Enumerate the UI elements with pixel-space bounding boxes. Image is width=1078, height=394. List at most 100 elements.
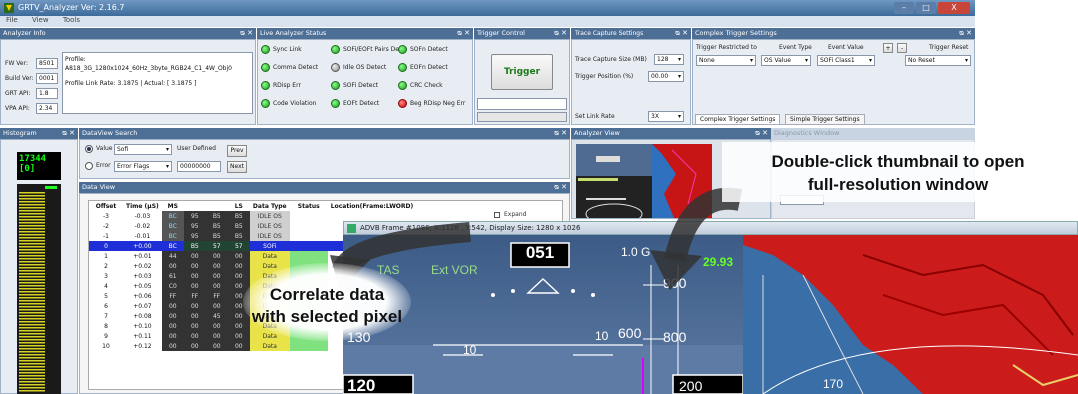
- status-label: EOFt Detect: [343, 100, 380, 107]
- table-cell: Data: [249, 251, 290, 261]
- prev-button[interactable]: Prev: [227, 145, 247, 157]
- panel-pin-close-icon[interactable]: ᴓ ✕: [62, 128, 75, 139]
- panel-pin-close-icon[interactable]: ᴓ ✕: [675, 28, 688, 39]
- histogram-line: [19, 348, 45, 350]
- column-header[interactable]: LS: [228, 201, 250, 211]
- error-radio[interactable]: [85, 162, 93, 170]
- value-select[interactable]: Sofi: [114, 144, 172, 155]
- minimize-button[interactable]: –: [894, 2, 914, 14]
- table-cell: +0.01: [133, 252, 152, 260]
- table-cell: B5: [183, 241, 206, 251]
- table-cell: 00: [205, 341, 228, 351]
- tab-simple-trigger[interactable]: Simple Trigger Settings: [785, 114, 865, 125]
- table-cell: B5: [227, 231, 250, 241]
- menu-file[interactable]: File: [6, 16, 18, 24]
- column-header[interactable]: Time (µS): [123, 201, 162, 211]
- histogram-line: [19, 303, 45, 305]
- table-cell: 44: [161, 251, 184, 261]
- table-cell: BC: [161, 241, 184, 251]
- column-header[interactable]: [184, 201, 206, 211]
- histogram-line: [19, 222, 45, 224]
- analyzer-view-header: Analyzer View ᴓ ✕: [571, 128, 771, 139]
- user-defined-input[interactable]: 00000000: [177, 161, 221, 172]
- histogram-line: [19, 231, 45, 233]
- table-cell: +0.00: [123, 241, 162, 251]
- table-cell: 00: [205, 301, 228, 311]
- status-label: Code Violation: [273, 100, 317, 107]
- panel-pin-close-icon[interactable]: ᴓ ✕: [959, 28, 972, 39]
- user-defined-label: User Defined: [177, 145, 216, 152]
- histogram-line: [19, 330, 45, 332]
- trigger-reset-label: Trigger Reset: [929, 44, 969, 51]
- table-cell: -2: [103, 222, 109, 230]
- histogram-line: [19, 378, 45, 380]
- link-rate-select[interactable]: 3X: [648, 111, 684, 122]
- trace-size-select[interactable]: 128: [654, 54, 684, 65]
- column-header[interactable]: Offset: [89, 201, 123, 211]
- remove-trigger-button[interactable]: -: [897, 43, 907, 53]
- histogram-readout: 17344 [0]: [17, 152, 61, 180]
- event-value-select[interactable]: SOFi Class1: [817, 55, 875, 66]
- table-cell: 00: [227, 331, 250, 341]
- histogram-line: [19, 210, 45, 212]
- histogram-line: [19, 363, 45, 365]
- menu-tools[interactable]: Tools: [63, 16, 80, 24]
- table-cell: 95: [183, 221, 206, 231]
- histogram-line: [19, 306, 45, 308]
- table-cell: 61: [161, 271, 184, 281]
- menu-view[interactable]: View: [32, 16, 49, 24]
- table-cell: B5: [205, 211, 228, 221]
- table-cell: 00: [183, 301, 206, 311]
- trigger-control-header: Trigger Control ᴓ ✕: [474, 28, 570, 39]
- status-label: SOFi Detect: [343, 82, 379, 89]
- error-select[interactable]: Error Flags: [114, 161, 172, 172]
- panel-pin-close-icon[interactable]: ᴓ ✕: [554, 128, 567, 139]
- table-cell: +0.02: [133, 262, 152, 270]
- next-button[interactable]: Next: [227, 161, 247, 173]
- close-button[interactable]: X: [938, 2, 970, 14]
- column-header[interactable]: [206, 201, 228, 211]
- table-cell: 1: [104, 252, 108, 260]
- histogram-panel: 17344 [0]: [0, 139, 78, 394]
- add-trigger-button[interactable]: +: [883, 43, 893, 53]
- table-cell: +0.10: [133, 322, 152, 330]
- trace-title: Trace Capture Settings: [575, 30, 644, 37]
- panel-pin-close-icon[interactable]: ᴓ ✕: [240, 28, 253, 39]
- value-radio[interactable]: [85, 145, 93, 153]
- restricted-select[interactable]: None: [696, 55, 756, 66]
- trigger-reset-select[interactable]: No Reset: [905, 55, 971, 66]
- panel-pin-close-icon[interactable]: ᴓ ✕: [554, 28, 567, 39]
- histogram-line: [19, 192, 45, 194]
- panel-pin-close-icon[interactable]: ᴓ ✕: [755, 128, 768, 139]
- maximize-button[interactable]: □: [916, 2, 936, 14]
- histogram-line: [19, 351, 45, 353]
- histogram-line: [19, 198, 45, 200]
- column-header[interactable]: Status: [290, 201, 328, 211]
- table-cell: BC: [161, 211, 184, 221]
- panel-pin-close-icon[interactable]: ᴓ ✕: [457, 28, 470, 39]
- error-radio-label: Error: [96, 162, 111, 169]
- table-cell: 00: [161, 311, 184, 321]
- table-cell: +0.06: [133, 292, 152, 300]
- table-cell: 00: [183, 281, 206, 291]
- trigger-button[interactable]: Trigger: [491, 54, 553, 90]
- tab-complex-trigger[interactable]: Complex Trigger Settings: [695, 114, 781, 125]
- event-type-select[interactable]: OS Value: [761, 55, 811, 66]
- correlate-line-1: Correlate data: [269, 285, 385, 304]
- histogram-line: [19, 360, 45, 362]
- correlate-callout: Correlate data with selected pixel: [241, 284, 413, 328]
- trigger-position-select[interactable]: 00.00: [648, 71, 684, 82]
- histogram-line: [19, 240, 45, 242]
- column-header[interactable]: MS: [162, 201, 184, 211]
- column-header[interactable]: Data Type: [250, 201, 290, 211]
- table-cell: +0.07: [133, 302, 152, 310]
- status-label: Beg RDisp Neg Err: [410, 100, 466, 107]
- histogram-line: [19, 255, 45, 257]
- table-cell: 00: [183, 271, 206, 281]
- histogram-line: [19, 381, 45, 383]
- live-status-panel: Sync Link SOFi/EOFt Pairs Det SOFn Detect C…: [257, 39, 473, 125]
- map-image[interactable]: [743, 235, 1078, 394]
- table-cell: 00: [227, 251, 250, 261]
- fw-label: FW Ver:: [5, 60, 29, 67]
- table-cell: 00: [205, 281, 228, 291]
